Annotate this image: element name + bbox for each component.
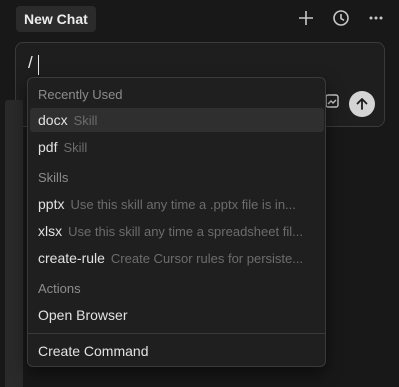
text-caret <box>38 55 39 75</box>
menu-item-desc: Use this skill any time a spreadsheet fi… <box>68 223 303 239</box>
menu-item-desc: Skill <box>63 139 88 155</box>
menu-divider <box>28 333 325 334</box>
section-actions: Actions <box>38 281 81 296</box>
menu-item-name: pptx <box>38 196 65 212</box>
side-panel-edge <box>5 100 23 387</box>
menu-item-pdf[interactable]: pdf Skill <box>30 135 324 159</box>
menu-item-xlsx[interactable]: xlsx Use this skill any time a spreadshe… <box>30 219 324 243</box>
menu-item-desc: Skill <box>73 112 98 128</box>
menu-item-name: pdf <box>38 139 58 155</box>
attach-icon[interactable] <box>324 93 340 109</box>
menu-item-create-rule[interactable]: create-rule Create Cursor rules for pers… <box>30 246 324 270</box>
plus-icon[interactable] <box>296 8 316 28</box>
arrow-up-icon <box>356 98 368 110</box>
chat-input-value: / <box>28 53 33 72</box>
chat-title-tab[interactable]: New Chat <box>16 6 96 32</box>
section-recently-used: Recently Used <box>38 87 123 102</box>
menu-item-create-command[interactable]: Create Command <box>30 339 324 363</box>
menu-item-name: Open Browser <box>38 307 128 323</box>
menu-item-open-browser[interactable]: Open Browser <box>30 303 324 327</box>
menu-item-name: xlsx <box>38 223 63 239</box>
send-button[interactable] <box>349 91 375 117</box>
section-skills: Skills <box>38 170 69 185</box>
menu-item-pptx[interactable]: pptx Use this skill any time a .pptx fil… <box>30 192 324 216</box>
menu-item-name: create-rule <box>38 250 105 266</box>
more-icon[interactable] <box>366 8 386 28</box>
menu-item-docx[interactable]: docx Skill <box>30 108 324 132</box>
slash-command-menu: Recently Used docx Skill pdf Skill Skill… <box>27 77 326 367</box>
menu-item-desc: Use this skill any time a .pptx file is … <box>70 196 296 212</box>
chat-panel: New Chat / Recently Used docx Skill pdf … <box>0 0 399 387</box>
menu-item-name: Create Command <box>38 343 149 359</box>
menu-item-desc: Create Cursor rules for persiste... <box>110 250 304 266</box>
history-icon[interactable] <box>331 8 351 28</box>
chat-header: New Chat <box>0 0 399 38</box>
menu-item-name: docx <box>38 112 68 128</box>
